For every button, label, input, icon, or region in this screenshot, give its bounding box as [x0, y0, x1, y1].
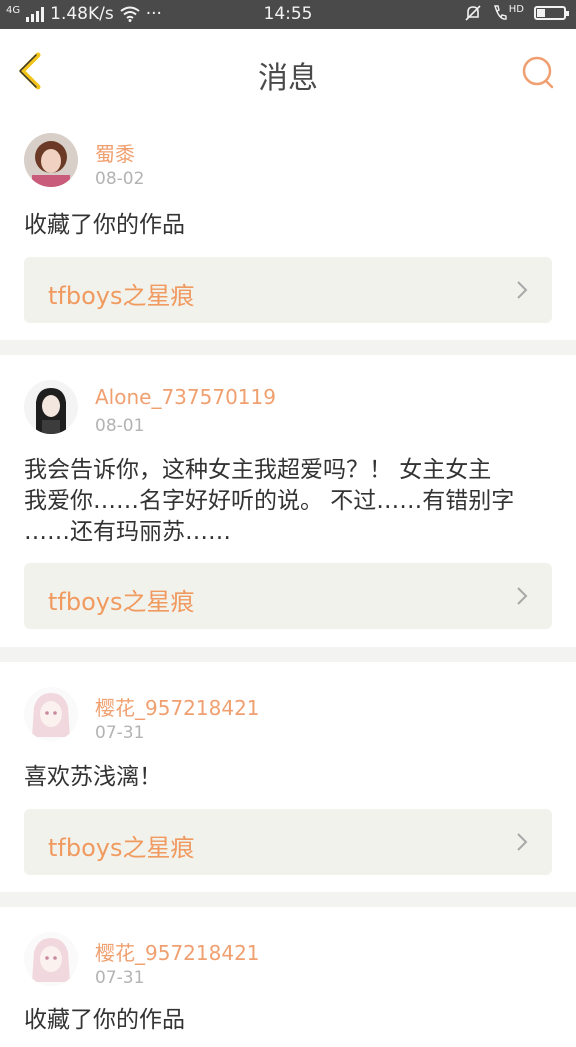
user-avatar[interactable] — [24, 380, 78, 434]
section-separator — [0, 892, 576, 907]
message-item: 樱花_957218421 07-31 收藏了你的作品 — [0, 907, 576, 1047]
message-text: 喜欢苏浅漓！ — [24, 764, 162, 790]
username[interactable]: 蜀黍 — [95, 138, 135, 167]
work-link[interactable]: tfboys之星痕 — [24, 257, 552, 323]
username[interactable]: 樱花_957218421 — [95, 692, 260, 721]
message-item: Alone_737570119 08-01 我会告诉你，这种女主我超爱吗？！ 女… — [0, 355, 576, 647]
work-title: tfboys之星痕 — [48, 834, 195, 862]
status-bar: 4G 1.48K/s ··· 14:55 HD — [0, 0, 576, 29]
message-date: 07-31 — [95, 723, 145, 743]
work-link[interactable]: tfboys之星痕 — [24, 809, 552, 875]
mute-bell-icon — [465, 5, 481, 21]
username[interactable]: 樱花_957218421 — [95, 937, 260, 966]
message-text: 我会告诉你，这种女主我超爱吗？！ 女主女主 我爱你……名字好好听的说。 不过……… — [24, 455, 544, 548]
message-text-line: ……还有玛丽苏…… — [24, 519, 231, 545]
page-title: 消息 — [258, 61, 318, 96]
message-list: 蜀黍 08-02 收藏了你的作品 tfboys之星痕 Alone_7375701… — [0, 108, 576, 1047]
message-item: 蜀黍 08-02 收藏了你的作品 tfboys之星痕 — [0, 108, 576, 340]
user-avatar[interactable] — [24, 932, 78, 986]
message-date: 08-02 — [95, 169, 145, 189]
work-title: tfboys之星痕 — [48, 282, 195, 310]
status-right: HD — [464, 3, 569, 22]
search-icon[interactable] — [520, 55, 556, 91]
battery-icon — [534, 6, 569, 20]
message-text-line: 我会告诉你，这种女主我超爱吗？！ 女主女主 — [24, 457, 492, 483]
section-separator — [0, 340, 576, 355]
username[interactable]: Alone_737570119 — [95, 385, 276, 409]
message-date: 07-31 — [95, 968, 145, 988]
section-separator — [0, 647, 576, 662]
message-text-line: 我爱你……名字好好听的说。 不过……有错别字 — [24, 488, 515, 514]
message-date: 08-01 — [95, 416, 145, 436]
phone-icon — [493, 5, 507, 20]
chevron-right-icon — [517, 281, 528, 299]
message-text: 收藏了你的作品 — [24, 212, 185, 238]
user-avatar[interactable] — [24, 687, 78, 741]
message-text: 收藏了你的作品 — [24, 1007, 185, 1033]
user-avatar[interactable] — [24, 133, 78, 187]
top-nav-bar: 消息 — [0, 29, 576, 109]
chevron-right-icon — [517, 587, 528, 605]
chevron-right-icon — [517, 833, 528, 851]
hd-label: HD — [508, 3, 524, 15]
work-link[interactable]: tfboys之星痕 — [24, 563, 552, 629]
message-item: 樱花_957218421 07-31 喜欢苏浅漓！ tfboys之星痕 — [0, 662, 576, 892]
work-title: tfboys之星痕 — [48, 588, 195, 616]
